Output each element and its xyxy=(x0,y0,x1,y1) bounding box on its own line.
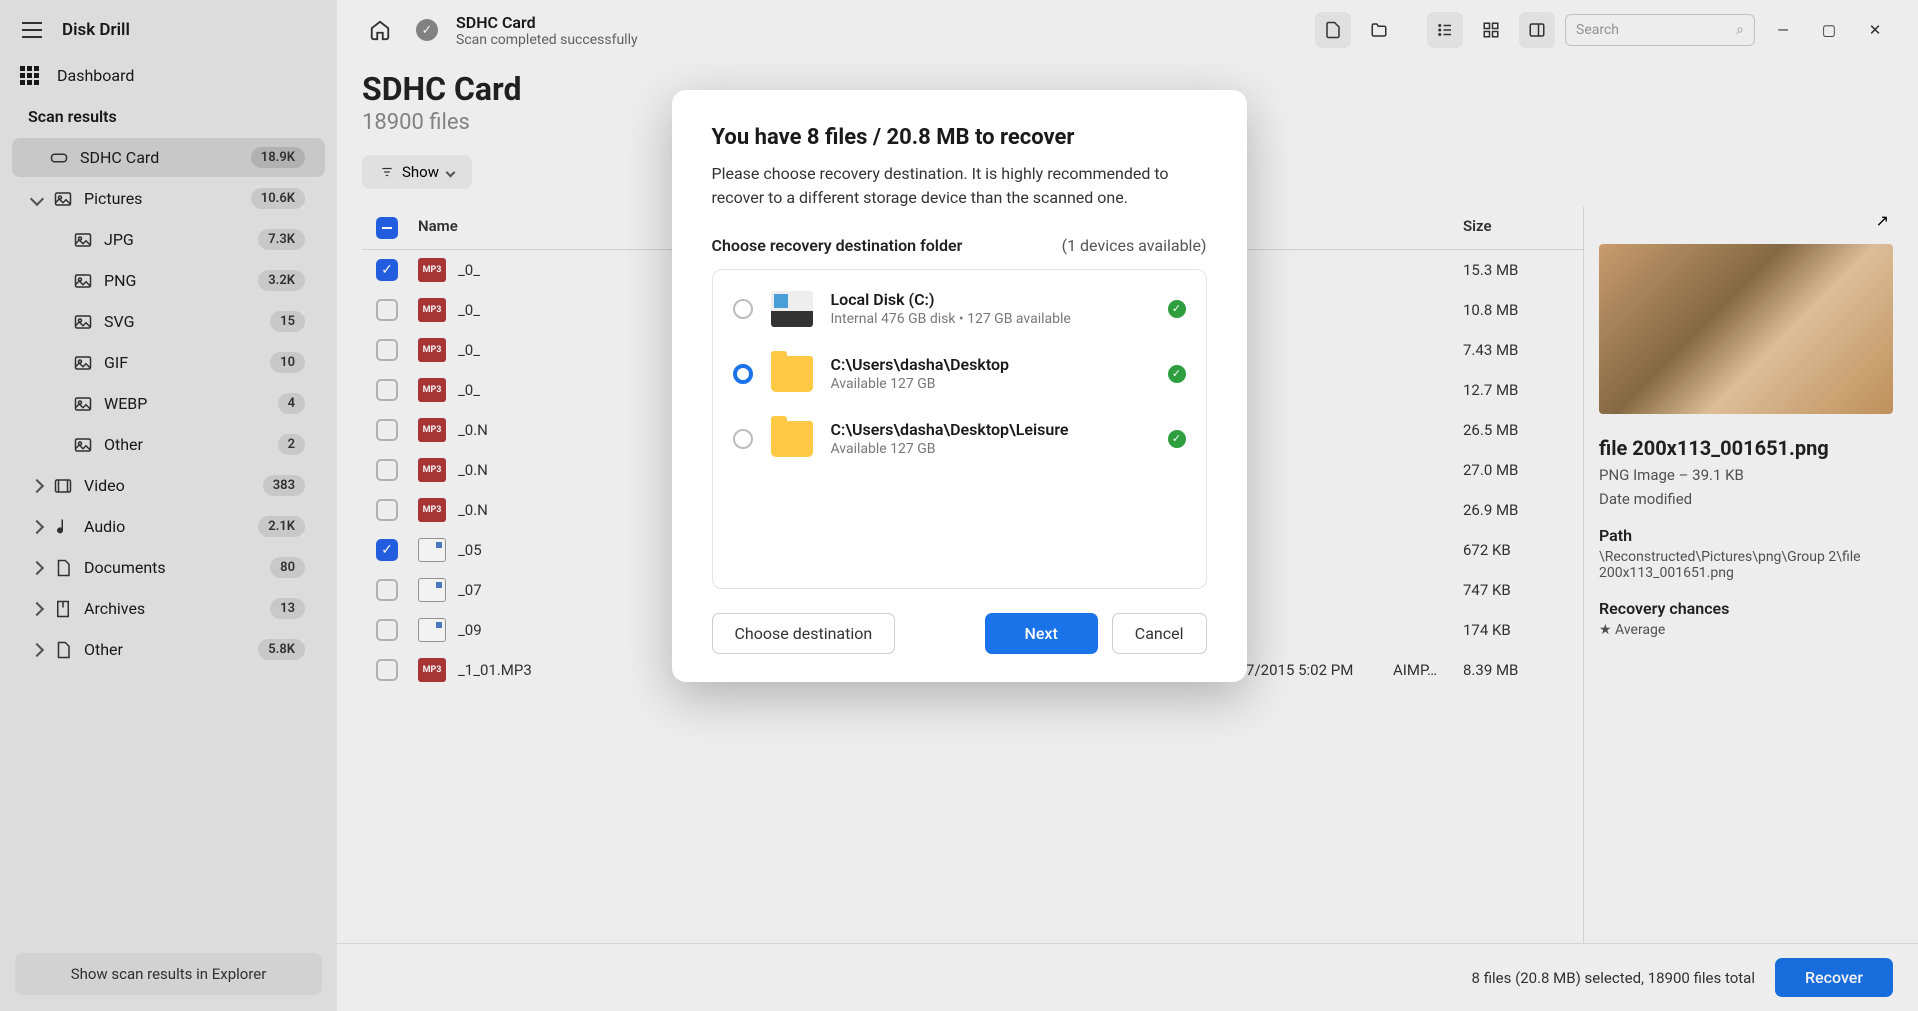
disk-icon xyxy=(771,291,813,327)
destination-title: C:\Users\dasha\Desktop xyxy=(831,355,1150,374)
radio-button[interactable] xyxy=(733,364,753,384)
folder-icon xyxy=(771,356,813,392)
destination-subtitle: Available 127 GB xyxy=(831,441,1150,457)
folder-icon xyxy=(771,421,813,457)
check-icon: ✓ xyxy=(1168,300,1186,318)
check-icon: ✓ xyxy=(1168,365,1186,383)
radio-button[interactable] xyxy=(733,299,753,319)
modal-title: You have 8 files / 20.8 MB to recover xyxy=(712,125,1207,150)
modal-description: Please choose recovery destination. It i… xyxy=(712,162,1207,210)
choose-destination-label: Choose recovery destination folder xyxy=(712,236,963,255)
destination-subtitle: Available 127 GB xyxy=(831,376,1150,392)
destination-subtitle: Internal 476 GB disk • 127 GB available xyxy=(831,311,1150,327)
destination-list: Local Disk (C:) Internal 476 GB disk • 12… xyxy=(712,269,1207,589)
next-button[interactable]: Next xyxy=(985,613,1098,654)
modal-overlay: You have 8 files / 20.8 MB to recover Pl… xyxy=(0,0,1918,1011)
destination-title: Local Disk (C:) xyxy=(831,290,1150,309)
devices-available-label: (1 devices available) xyxy=(1062,236,1207,255)
cancel-button[interactable]: Cancel xyxy=(1112,613,1207,654)
recovery-modal: You have 8 files / 20.8 MB to recover Pl… xyxy=(672,90,1247,682)
destination-item[interactable]: C:\Users\dasha\Desktop Available 127 GB ✓ xyxy=(713,341,1206,406)
destination-item[interactable]: Local Disk (C:) Internal 476 GB disk • 12… xyxy=(713,276,1206,341)
destination-title: C:\Users\dasha\Desktop\Leisure xyxy=(831,420,1150,439)
choose-destination-button[interactable]: Choose destination xyxy=(712,613,896,654)
radio-button[interactable] xyxy=(733,429,753,449)
check-icon: ✓ xyxy=(1168,430,1186,448)
destination-item[interactable]: C:\Users\dasha\Desktop\Leisure Available … xyxy=(713,406,1206,471)
